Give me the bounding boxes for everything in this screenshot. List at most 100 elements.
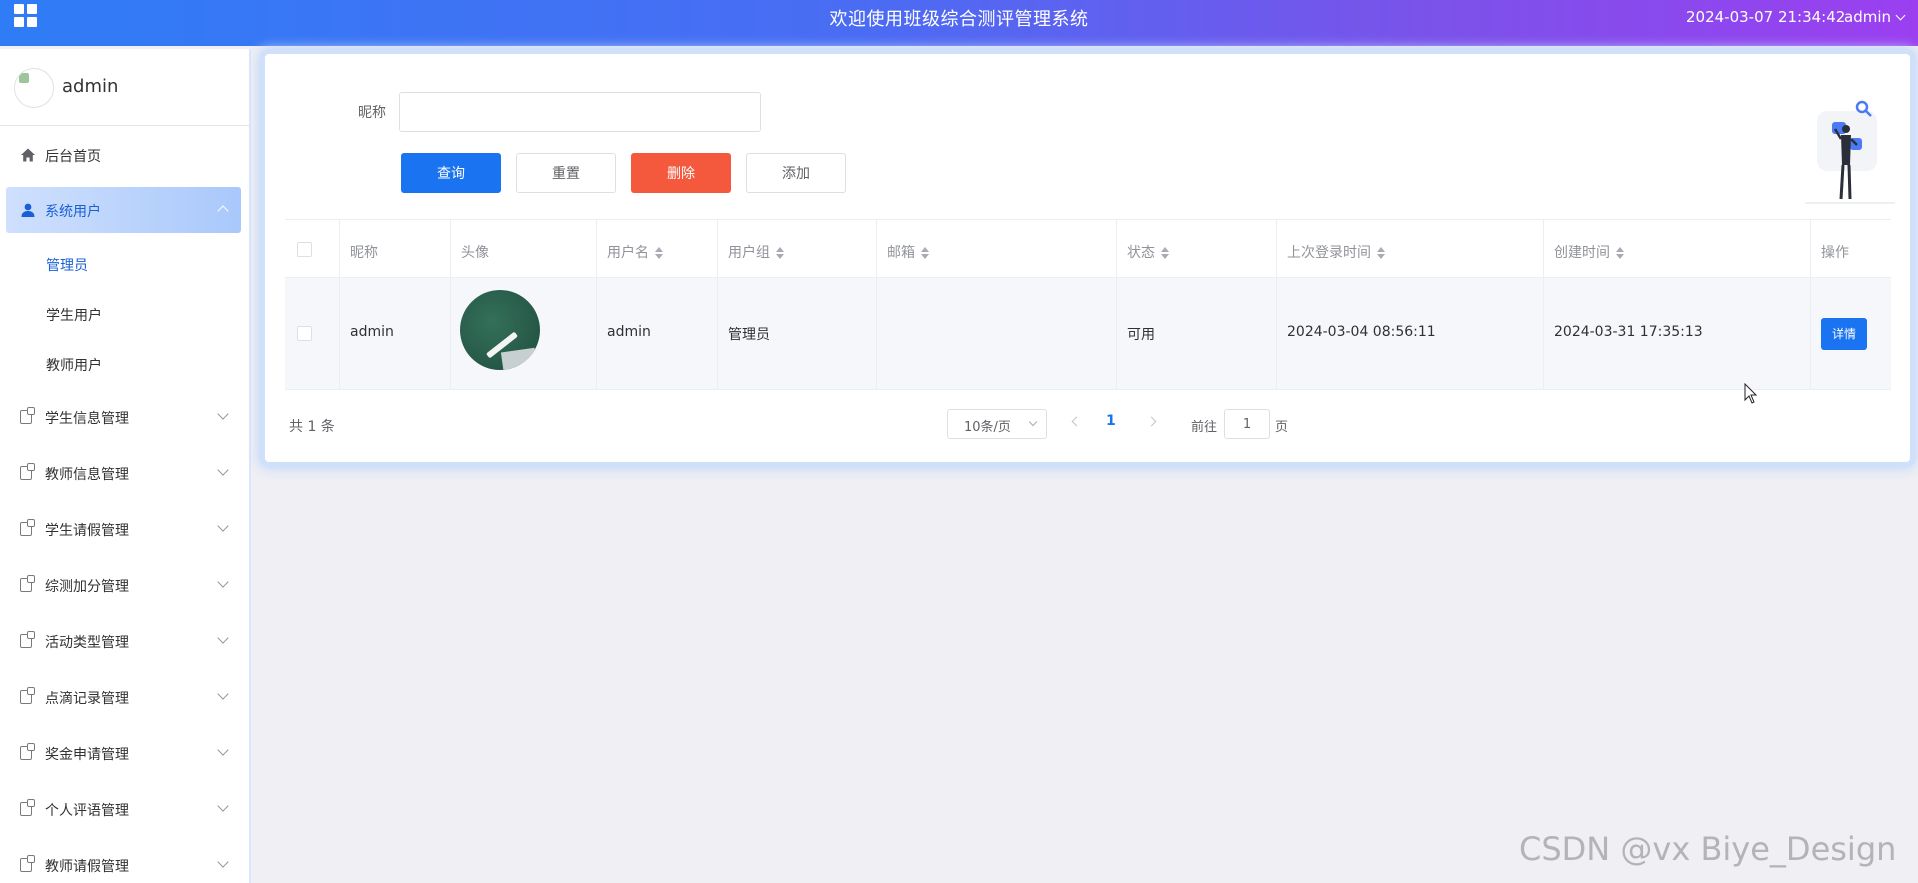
sort-icon[interactable] <box>1161 247 1169 259</box>
column-header-group[interactable]: 用户组 <box>728 242 784 262</box>
delete-button[interactable]: 删除 <box>631 153 731 193</box>
app-title: 欢迎使用班级综合测评管理系统 <box>829 9 1089 30</box>
document-icon <box>20 743 35 760</box>
sidebar-item-admins[interactable]: 管理员 <box>46 255 88 275</box>
main-panel: 昵称 查询 重置 删除 添加 昵称 头像 用户名 用户组 邮箱 状态 上次登录时… <box>265 54 1910 462</box>
document-icon <box>20 799 35 816</box>
document-icon <box>20 463 35 480</box>
chevron-down-icon <box>217 464 229 476</box>
home-icon <box>21 148 35 162</box>
table-header: 昵称 头像 用户名 用户组 邮箱 状态 上次登录时间 创建时间 操作 <box>285 219 1891 278</box>
document-icon <box>20 855 35 872</box>
header-select-all-cell <box>285 220 340 277</box>
row-select-cell <box>285 278 340 389</box>
user-menu-label: admin <box>1844 8 1891 26</box>
column-header-last-login[interactable]: 上次登录时间 <box>1287 242 1385 262</box>
header-cell[interactable]: 用户组 <box>718 220 877 277</box>
sidebar-item-activity-types[interactable]: 活动类型管理 <box>6 618 241 664</box>
cell-status: 可用 <box>1117 278 1277 389</box>
search-illustration-icon <box>1805 100 1895 204</box>
row-checkbox[interactable] <box>297 326 312 341</box>
profile-name: admin <box>62 76 119 97</box>
sidebar-item-label: 学生请假管理 <box>45 523 129 539</box>
sidebar-item-label: 后台首页 <box>45 149 101 165</box>
goto-page-input[interactable] <box>1224 409 1270 439</box>
header-cell[interactable]: 状态 <box>1117 220 1277 277</box>
header-cell: 操作 <box>1811 220 1891 277</box>
cell-email <box>877 278 1117 389</box>
cell-created: 2024-03-31 17:35:13 <box>1544 278 1811 389</box>
sidebar-item-label: 系统用户 <box>45 204 101 220</box>
next-page-icon[interactable] <box>1146 416 1157 427</box>
goto-unit: 页 <box>1275 420 1289 435</box>
sidebar-item-teacher-info[interactable]: 教师信息管理 <box>6 450 241 496</box>
sidebar-item-teacher-leave[interactable]: 教师请假管理 <box>6 842 241 883</box>
sidebar-item-score-bonus[interactable]: 综测加分管理 <box>6 562 241 608</box>
header-cell: 昵称 <box>340 220 451 277</box>
group-value: 管理员 <box>728 327 770 343</box>
column-header-status[interactable]: 状态 <box>1127 242 1169 262</box>
header-cell[interactable]: 上次登录时间 <box>1277 220 1544 277</box>
select-all-checkbox[interactable] <box>297 242 312 257</box>
sidebar: admin 后台首页 系统用户 管理员 学生用户 教师用户 学生信息管理 教师信… <box>0 49 251 883</box>
chevron-down-icon <box>1028 417 1038 427</box>
document-icon <box>20 575 35 592</box>
sidebar-item-student-info[interactable]: 学生信息管理 <box>6 394 241 440</box>
goto-label: 前往 <box>1191 420 1218 435</box>
chevron-down-icon <box>217 576 229 588</box>
column-header-label: 用户组 <box>728 245 770 261</box>
nickname-search-input[interactable] <box>399 92 761 132</box>
document-icon <box>20 631 35 648</box>
sort-icon[interactable] <box>655 247 663 259</box>
query-button[interactable]: 查询 <box>401 153 501 193</box>
chevron-up-icon <box>217 205 229 217</box>
sidebar-item-home[interactable]: 后台首页 <box>6 132 241 178</box>
page-number[interactable]: 1 <box>1106 413 1116 429</box>
cell-username: admin <box>597 278 718 389</box>
sidebar-item-comments[interactable]: 个人评语管理 <box>6 786 241 832</box>
sidebar-item-label: 活动类型管理 <box>45 635 129 651</box>
sort-icon[interactable] <box>776 247 784 259</box>
username-value: admin <box>607 324 651 340</box>
column-header-avatar: 头像 <box>461 245 489 261</box>
column-header-label: 上次登录时间 <box>1287 245 1371 261</box>
sidebar-item-student-leave[interactable]: 学生请假管理 <box>6 506 241 552</box>
total-count: 共 1 条 <box>289 419 335 435</box>
sort-icon[interactable] <box>1616 247 1624 259</box>
chevron-down-icon <box>217 408 229 420</box>
column-header-label: 用户名 <box>607 245 649 261</box>
column-header-nickname: 昵称 <box>350 245 378 261</box>
cell-last-login: 2024-03-04 08:56:11 <box>1277 278 1544 389</box>
column-header-username[interactable]: 用户名 <box>607 242 663 262</box>
sort-icon[interactable] <box>921 247 929 259</box>
add-button[interactable]: 添加 <box>746 153 846 193</box>
user-icon <box>21 203 35 217</box>
cell-avatar <box>451 278 597 389</box>
watermark: CSDN @vx Biye_Design <box>1519 830 1897 868</box>
prev-page-icon[interactable] <box>1071 416 1082 427</box>
datetime-display: 2024-03-07 21:34:42 <box>1686 8 1846 26</box>
chevron-down-icon <box>217 520 229 532</box>
cell-nickname: admin <box>340 278 451 389</box>
page-size-select[interactable]: 10条/页 <box>947 409 1047 439</box>
header-cell[interactable]: 用户名 <box>597 220 718 277</box>
header-cell[interactable]: 邮箱 <box>877 220 1117 277</box>
sort-icon[interactable] <box>1377 247 1385 259</box>
sidebar-item-student-users[interactable]: 学生用户 <box>46 305 102 325</box>
sidebar-item-system-users[interactable]: 系统用户 <box>6 187 241 233</box>
sidebar-item-teacher-users[interactable]: 教师用户 <box>46 355 102 375</box>
status-value: 可用 <box>1127 327 1155 343</box>
user-menu[interactable]: admin <box>1844 8 1906 26</box>
chevron-down-icon <box>217 688 229 700</box>
sidebar-item-bonus-applications[interactable]: 奖金申请管理 <box>6 730 241 776</box>
chevron-down-icon <box>217 632 229 644</box>
sidebar-item-records[interactable]: 点滴记录管理 <box>6 674 241 720</box>
reset-button[interactable]: 重置 <box>516 153 616 193</box>
sidebar-item-label: 奖金申请管理 <box>45 747 129 763</box>
column-header-created[interactable]: 创建时间 <box>1554 242 1624 262</box>
chevron-down-icon <box>1895 10 1906 21</box>
sidebar-item-label: 教师请假管理 <box>45 859 129 875</box>
header-cell[interactable]: 创建时间 <box>1544 220 1811 277</box>
detail-button[interactable]: 详情 <box>1821 318 1867 350</box>
column-header-email[interactable]: 邮箱 <box>887 242 929 262</box>
